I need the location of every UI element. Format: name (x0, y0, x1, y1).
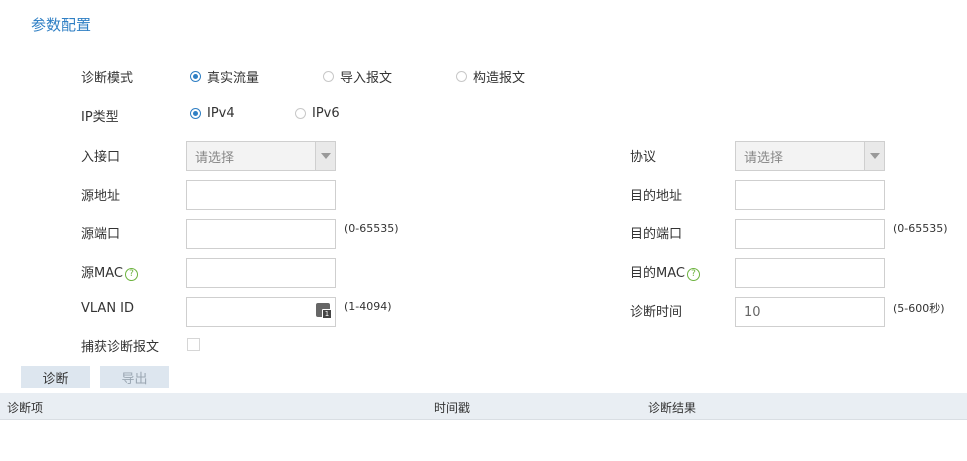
src-addr-label: 源地址 (81, 189, 121, 204)
radio-label: IPv6 (312, 106, 340, 121)
column-header-timestamp[interactable]: 时间戳 (434, 399, 470, 416)
dst-mac-input[interactable] (735, 258, 885, 288)
protocol-label: 协议 (630, 150, 657, 165)
radio-label: 构造报文 (473, 71, 526, 86)
help-icon[interactable]: ? (124, 268, 138, 281)
vlan-picker-icon[interactable] (316, 298, 332, 319)
dst-mac-label-wrap: 目的MAC? (630, 262, 700, 281)
ip-type-radio-ipv6[interactable]: IPv6 (295, 106, 340, 121)
mode-label: 诊断模式 (81, 71, 134, 86)
dst-addr-input[interactable] (735, 180, 885, 210)
chevron-down-icon[interactable] (315, 142, 335, 170)
src-port-hint: (0-65535) (344, 222, 399, 235)
ingress-label: 入接口 (81, 150, 121, 165)
dst-port-label: 目的端口 (630, 227, 683, 242)
vlan-hint: (1-4094) (344, 300, 392, 313)
ingress-select-value: 请选择 (195, 150, 235, 166)
src-mac-label: 源MAC (81, 266, 123, 281)
radio-label: IPv4 (207, 106, 235, 121)
diagnose-button[interactable]: 诊断 (21, 366, 90, 388)
ip-type-label: IP类型 (81, 110, 119, 125)
column-header-diag-item[interactable]: 诊断项 (7, 399, 43, 416)
protocol-select[interactable]: 请选择 (735, 141, 885, 171)
vlan-label: VLAN ID (81, 301, 135, 316)
radio-label: 真实流量 (207, 71, 260, 86)
diag-time-input[interactable] (735, 297, 885, 327)
src-mac-input[interactable] (186, 258, 336, 288)
export-button[interactable]: 导出 (100, 366, 169, 388)
column-header-diag-result[interactable]: 诊断结果 (648, 399, 696, 416)
src-mac-label-wrap: 源MAC? (81, 262, 138, 281)
radio-selected-icon (190, 71, 201, 82)
help-icon[interactable]: ? (686, 268, 700, 281)
src-addr-input[interactable] (186, 180, 336, 210)
capture-checkbox[interactable] (187, 338, 200, 351)
dst-port-hint: (0-65535) (893, 222, 948, 235)
dst-mac-label: 目的MAC (630, 266, 685, 281)
chevron-down-icon[interactable] (864, 142, 884, 170)
radio-unselected-icon (323, 71, 334, 82)
page-title: 参数配置 (31, 16, 92, 34)
mode-radio-import-packet[interactable]: 导入报文 (323, 67, 392, 86)
mode-radio-real-traffic[interactable]: 真实流量 (190, 67, 259, 86)
ingress-select[interactable]: 请选择 (186, 141, 336, 171)
ip-type-radio-ipv4[interactable]: IPv4 (190, 106, 235, 121)
radio-unselected-icon (456, 71, 467, 82)
radio-selected-icon (190, 108, 201, 119)
capture-label: 捕获诊断报文 (81, 340, 160, 355)
result-table-header: 诊断项 时间戳 诊断结果 (0, 393, 967, 420)
radio-unselected-icon (295, 108, 306, 119)
diag-time-hint: (5-600秒) (893, 302, 945, 315)
diag-time-label: 诊断时间 (630, 305, 683, 320)
mode-radio-construct-packet[interactable]: 构造报文 (456, 67, 525, 86)
src-port-label: 源端口 (81, 227, 121, 242)
vlan-input[interactable] (186, 297, 336, 327)
dst-port-input[interactable] (735, 219, 885, 249)
radio-label: 导入报文 (340, 71, 393, 86)
dst-addr-label: 目的地址 (630, 189, 683, 204)
protocol-select-value: 请选择 (744, 150, 784, 166)
src-port-input[interactable] (186, 219, 336, 249)
